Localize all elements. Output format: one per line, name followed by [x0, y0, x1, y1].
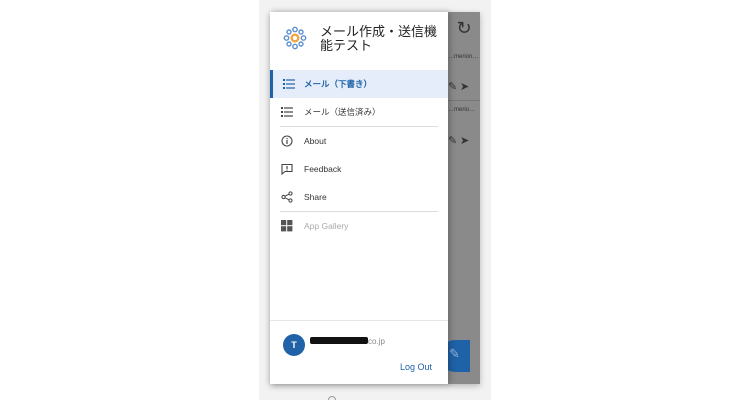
avatar: T: [283, 334, 305, 356]
nav-item-feedback[interactable]: Feedback: [270, 155, 448, 183]
footer-divider: [270, 320, 448, 321]
nav-item-about[interactable]: About: [270, 127, 448, 155]
list-icon: [270, 107, 304, 117]
nav-item-label: メール（送信済み）: [304, 107, 381, 117]
background-divider: [448, 100, 480, 101]
list-icon: [273, 79, 304, 89]
nav-item-label: メール（下書き）: [304, 79, 373, 89]
home-indicator: [328, 396, 336, 400]
drawer-nav: メール（下書き） メール（送信済み） About Feedback Share: [270, 70, 448, 240]
redacted-email-block: [310, 337, 368, 344]
nav-item-label: Share: [304, 192, 327, 202]
nav-item-drafts[interactable]: メール（下書き）: [270, 70, 448, 98]
drawer-header: メール作成・送信機能テスト: [270, 12, 448, 70]
info-icon: [270, 135, 304, 147]
background-row-subtitle: …merion…: [448, 54, 479, 60]
nav-item-share[interactable]: Share: [270, 183, 448, 211]
background-row-subtitle: …merio…: [448, 107, 476, 113]
user-email: co.jp: [368, 337, 385, 346]
nav-item-app-gallery[interactable]: App Gallery: [270, 212, 448, 240]
nav-item-label: Feedback: [304, 164, 342, 174]
share-icon: [270, 191, 304, 203]
nav-item-sent[interactable]: メール（送信済み）: [270, 98, 448, 126]
navigation-drawer: メール作成・送信機能テスト メール（下書き） メール（送信済み） About F…: [270, 12, 448, 384]
feedback-icon: [270, 163, 304, 175]
logout-button[interactable]: Log Out: [400, 362, 432, 372]
app-logo-icon: [283, 26, 307, 50]
nav-item-label: App Gallery: [304, 221, 349, 231]
refresh-icon[interactable]: ↻: [454, 18, 474, 38]
nav-item-label: About: [304, 136, 327, 146]
pencil-icon: ✎: [449, 346, 460, 361]
send-icon: ➤: [460, 135, 470, 147]
app-title: メール作成・送信機能テスト: [320, 24, 438, 53]
send-icon: ➤: [460, 81, 470, 93]
edit-icon: ✎: [448, 81, 458, 93]
edit-icon: ✎: [448, 135, 458, 147]
grid-icon: [270, 220, 304, 232]
